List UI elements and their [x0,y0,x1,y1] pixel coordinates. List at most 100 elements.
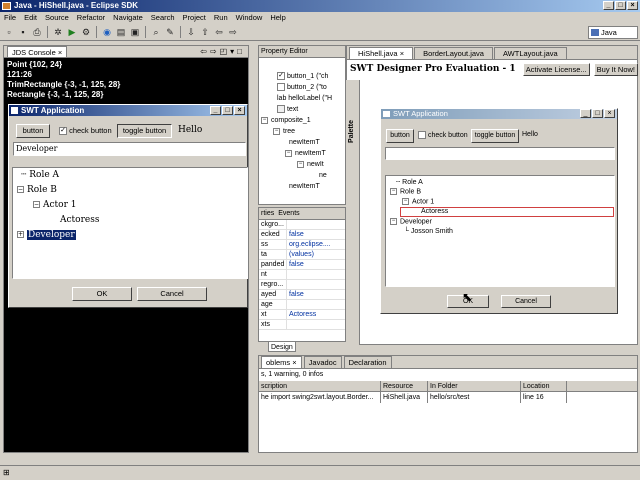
print-icon[interactable]: ⎙ [31,26,43,38]
menu-source[interactable]: Source [45,12,69,23]
outline-item[interactable]: button_2 ("to [277,83,327,93]
preview-button[interactable]: button [386,129,414,143]
activate-license-button[interactable]: Activate License... [522,62,590,76]
outline-item[interactable]: − composite_1 [261,116,311,126]
property-editor-tab[interactable]: Property Editor [259,46,345,58]
console-tab[interactable]: JDS Console × [7,46,68,57]
new-icon[interactable]: ▫ [3,26,15,38]
tab-events[interactable]: Events [278,208,299,219]
buy-it-now-button[interactable]: Buy It Now! [593,62,638,76]
preview-toggle-button[interactable]: toggle button [471,129,519,143]
preview-cancel-button[interactable]: Cancel [501,295,551,308]
preview-text-field[interactable] [385,147,615,160]
debug-icon[interactable]: ✲ [52,26,64,38]
tab-properties[interactable]: rties [261,208,274,219]
property-row[interactable]: ayed false [259,290,345,300]
column-folder[interactable]: In Folder [428,381,521,391]
column-resource[interactable]: Resource [381,381,428,391]
swt-check-button[interactable]: ✓ check button [59,126,112,136]
swt-toggle-button[interactable]: toggle button [117,124,172,138]
property-row[interactable]: xt Actoress [259,310,345,320]
outline-item[interactable]: − newItemT [285,149,326,159]
column-location[interactable]: Location [521,381,567,391]
swt-text-field[interactable]: Developer [13,142,246,156]
menu-help[interactable]: Help [270,12,285,23]
outline-item[interactable]: text [277,105,298,115]
fast-view-icon[interactable]: ⊞ [3,468,10,477]
close-button[interactable]: × [627,1,638,10]
swt-ok-button[interactable]: OK [72,287,132,301]
property-row[interactable]: ecked false [259,230,345,240]
console-view-toolbar[interactable]: ⇦⇨◰▾□ [200,47,245,56]
menu-run[interactable]: Run [214,12,228,23]
swt-button[interactable]: button [16,124,50,138]
preview-check-button[interactable]: check button [418,131,468,139]
tree-item[interactable]: Actoress [60,215,99,225]
menu-file[interactable]: File [4,12,16,23]
close-button[interactable]: × [604,109,615,118]
menu-refactor[interactable]: Refactor [77,12,105,23]
tab-problems[interactable]: oblems × [261,356,302,368]
minimize-button[interactable]: _ [210,106,221,115]
property-row[interactable]: nt [259,270,345,280]
outline-item[interactable]: lab helloLabel ("H [277,94,332,104]
back-icon[interactable]: ⇦ [213,26,225,38]
editor-tab-borderlayout[interactable]: BorderLayout.java [414,47,493,59]
maximize-button[interactable]: □ [592,109,603,118]
minimize-button[interactable]: _ [580,109,591,118]
collapse-icon[interactable]: − [33,201,40,208]
outline-item[interactable]: newItemT [289,138,320,148]
menu-navigate[interactable]: Navigate [113,12,143,23]
next-annotation-icon[interactable]: ⇩ [185,26,197,38]
editor-tab-hishell[interactable]: HiShell.java × [349,47,414,59]
tree-item[interactable]: └ Josson Smith [404,228,453,235]
table-row[interactable]: he import swing2swt.layout.Border... HiS… [259,392,637,403]
property-row[interactable]: ckgro... [259,220,345,230]
search-icon[interactable]: ⌕ [150,26,162,38]
swt-cancel-button[interactable]: Cancel [137,287,207,301]
tab-design[interactable]: Design [268,341,296,352]
prev-annotation-icon[interactable]: ⇧ [199,26,211,38]
run-icon[interactable]: ▶ [66,26,78,38]
outline-item[interactable]: newItemT [289,182,320,192]
tree-item[interactable]: − Role B [390,188,421,195]
open-type-icon[interactable]: ▣ [129,26,141,38]
property-row[interactable]: ss org.eclipse.... [259,240,345,250]
tree-item[interactable]: − Role B [17,185,57,195]
menu-window[interactable]: Window [236,12,263,23]
property-row[interactable]: regro... [259,280,345,290]
external-tools-icon[interactable]: ⚙ [80,26,92,38]
menu-project[interactable]: Project [183,12,206,23]
tree-item[interactable]: − Actor 1 [33,200,76,210]
column-description[interactable]: scription [259,381,381,391]
property-row[interactable]: panded false [259,260,345,270]
preview-tree[interactable]: ┄ Role A − Role B − Actor 1 Actoress − Deve… [385,175,615,287]
tab-javadoc[interactable]: Javadoc [303,356,342,368]
open-task-icon[interactable]: ✎ [164,26,176,38]
property-row[interactable]: age [259,300,345,310]
new-package-icon[interactable]: ▤ [115,26,127,38]
maximize-button[interactable]: □ [222,106,233,115]
palette-bar[interactable]: Palette [346,80,360,345]
tab-declaration[interactable]: Declaration [343,356,392,368]
tree-item[interactable]: ┄ Role A [396,178,423,186]
new-class-icon[interactable]: ◉ [101,26,113,38]
menu-edit[interactable]: Edit [24,12,37,23]
tree-item-selected[interactable]: + Developer [17,230,76,240]
collapse-icon[interactable]: − [17,186,24,193]
outline-item[interactable]: − tree [273,127,295,137]
forward-icon[interactable]: ⇨ [227,26,239,38]
maximize-button[interactable]: □ [615,1,626,10]
tree-item[interactable]: − Actor 1 [402,198,434,205]
tree-item-selected[interactable]: Actoress [400,207,614,217]
menu-search[interactable]: Search [151,12,175,23]
perspective-java-button[interactable]: Java [588,26,638,39]
property-row[interactable]: ta (values) [259,250,345,260]
outline-item[interactable]: ✓ button_1 ("ch [277,72,328,82]
editor-tab-awtlayout[interactable]: AWTLayout.java [493,47,567,59]
save-icon[interactable]: ▪ [17,26,29,38]
tree-item[interactable]: − Developer [390,218,432,225]
outline-item[interactable]: − newIt [297,160,324,170]
expand-icon[interactable]: + [17,231,24,238]
outline-item[interactable]: ne [319,171,327,181]
